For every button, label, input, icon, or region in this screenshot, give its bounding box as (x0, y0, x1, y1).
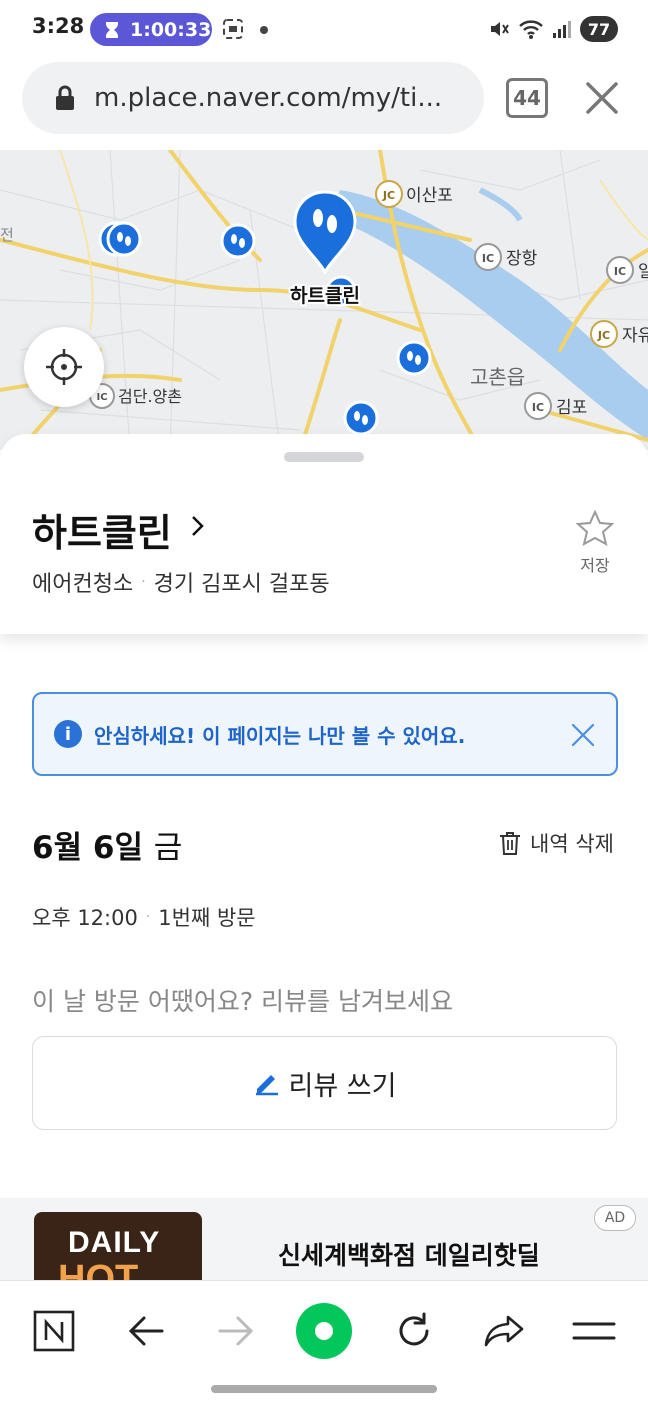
visit-meta: 오후 12:00 · 1번째 방문 (32, 902, 256, 932)
refresh-button[interactable] (384, 1301, 444, 1361)
write-review-label: 리뷰 쓰기 (288, 1070, 397, 1102)
system-icons: 77 (488, 16, 618, 42)
place-title[interactable]: 하트클린 (32, 502, 172, 557)
naver-home-button[interactable] (24, 1301, 84, 1361)
svg-text:JC: JC (597, 329, 610, 342)
hamburger-menu-icon (572, 1322, 616, 1340)
visit-date-text: 6월 6일 (32, 830, 143, 866)
status-time: 3:28 (32, 14, 85, 38)
map-view[interactable]: 전 JC 이산포 IC 장항 IC 일 JC 자유 IC 검단.양촌 고촌읍 I… (0, 150, 648, 450)
drag-handle[interactable] (284, 452, 364, 462)
map-label-gochon: 고촌읍 (470, 365, 525, 389)
back-button[interactable] (116, 1301, 176, 1361)
write-review-button[interactable]: 리뷰 쓰기 (32, 1036, 617, 1130)
visit-time: 오후 12:00 (32, 906, 138, 930)
trash-icon (500, 832, 520, 855)
save-label: 저장 (580, 556, 610, 575)
svg-text:전: 전 (0, 226, 14, 244)
timer-text: 1:00:33 (130, 18, 212, 41)
svg-text:IC: IC (96, 392, 107, 403)
privacy-notice: i 안심하세요! 이 페이지는 나만 볼 수 있어요. (32, 692, 618, 776)
ad-thumb-text-1: DAILY (68, 1226, 161, 1259)
green-dot-button[interactable] (294, 1301, 354, 1361)
save-button[interactable]: 저장 (570, 510, 620, 580)
ad-title[interactable]: 신세계백화점 데일리핫딜 (278, 1236, 540, 1272)
wifi-icon (519, 20, 543, 39)
visit-date: 6월 6일 금 (32, 822, 182, 867)
svg-text:JC: JC (382, 189, 395, 202)
svg-text:IC: IC (482, 252, 494, 265)
screenshot-icon (223, 19, 243, 39)
url-text[interactable]: m.place.naver.com/my/ti... (94, 83, 464, 113)
notification-dot (260, 26, 268, 34)
arrow-left-icon (128, 1316, 164, 1346)
close-icon[interactable] (570, 722, 596, 748)
info-icon: i (54, 720, 82, 748)
map-label-janghang: 장항 (506, 249, 538, 269)
delete-history-label: 내역 삭제 (530, 832, 614, 856)
map-label-isanpo: 이산포 (406, 186, 453, 206)
hourglass-icon (106, 21, 118, 38)
place-panel: 하트클린 에어컨청소 · 경기 김포시 걸포동 저장 (0, 434, 648, 634)
map-label-ic-right: 일 (638, 262, 648, 282)
delete-history-button[interactable]: 내역 삭제 (498, 828, 614, 858)
map-canvas: 전 JC 이산포 IC 장항 IC 일 JC 자유 IC 검단.양촌 고촌읍 I… (0, 150, 648, 450)
signal-icon (553, 21, 571, 38)
mute-icon (491, 22, 509, 36)
svg-text:IC: IC (614, 265, 626, 278)
star-icon (576, 510, 614, 546)
close-icon[interactable] (584, 80, 620, 116)
address-bar[interactable]: m.place.naver.com/my/ti... (22, 62, 484, 134)
green-dot-icon (296, 1303, 352, 1359)
map-place-label: 하트클린 (290, 285, 360, 307)
menu-button[interactable] (564, 1301, 624, 1361)
review-prompt: 이 날 방문 어땠어요? 리뷰를 남겨보세요 (32, 987, 454, 1016)
lock-icon (56, 85, 74, 110)
forward-button[interactable] (206, 1301, 266, 1361)
notice-text: 안심하세요! 이 페이지는 나만 볼 수 있어요. (94, 723, 466, 748)
visit-count: 1번째 방문 (158, 906, 256, 930)
crosshair-icon (46, 349, 82, 385)
place-address: 경기 김포시 걸포동 (153, 572, 330, 597)
map-label-jayu: 자유 (622, 326, 648, 346)
place-meta: 에어컨청소 · 경기 김포시 걸포동 (32, 566, 330, 598)
ad-thumb-text-2: HOT (58, 1258, 139, 1280)
chevron-right-icon[interactable] (190, 514, 206, 538)
gesture-bar[interactable] (211, 1385, 437, 1393)
focus-timer[interactable]: 1:00:33 (90, 13, 212, 46)
map-label-gimpo: 김포 (556, 398, 587, 418)
arrow-right-icon (218, 1316, 254, 1346)
share-button[interactable] (474, 1301, 534, 1361)
current-location-button[interactable] (24, 327, 104, 407)
status-bar: 3:28 1:00:33 77 (0, 0, 648, 60)
share-arrow-icon (484, 1315, 524, 1347)
map-label-geomdan: 검단.양촌 (118, 387, 182, 406)
place-category: 에어컨청소 (32, 572, 134, 597)
separator-dot: · (141, 574, 146, 590)
visit-day-of-week: 금 (153, 830, 183, 866)
ad-badge: AD (594, 1205, 636, 1231)
tab-count-button[interactable]: 44 (506, 78, 548, 118)
separator-dot: · (145, 909, 151, 925)
battery-indicator: 77 (580, 16, 618, 42)
ad-thumbnail[interactable]: DAILY HOT (34, 1212, 202, 1280)
refresh-icon (399, 1312, 429, 1346)
svg-text:IC: IC (532, 401, 544, 414)
naver-n-icon (33, 1310, 75, 1352)
pencil-icon (255, 1075, 278, 1096)
